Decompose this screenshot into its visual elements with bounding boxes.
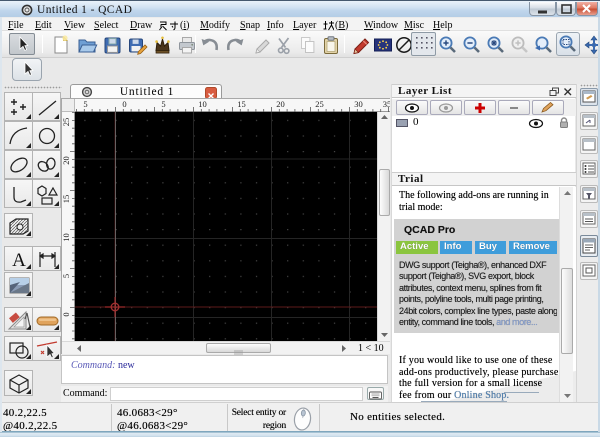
svg-text:0: 0 <box>122 99 126 109</box>
svg-text:5: 5 <box>161 99 165 109</box>
svg-text:A: A <box>12 250 26 271</box>
svg-text:20: 20 <box>276 99 285 109</box>
svg-text:15: 15 <box>237 99 246 109</box>
svg-text:30: 30 <box>354 99 363 109</box>
svg-text:25: 25 <box>62 118 71 127</box>
svg-text:10: 10 <box>62 233 71 242</box>
svg-text:10: 10 <box>198 99 207 109</box>
svg-text:35: 35 <box>383 99 390 109</box>
svg-text:15: 15 <box>62 195 71 204</box>
svg-text:0: 0 <box>62 312 71 316</box>
svg-text:5: 5 <box>62 274 71 278</box>
svg-text:5: 5 <box>83 99 87 109</box>
svg-text:25: 25 <box>315 99 324 109</box>
svg-text:20: 20 <box>62 156 71 165</box>
